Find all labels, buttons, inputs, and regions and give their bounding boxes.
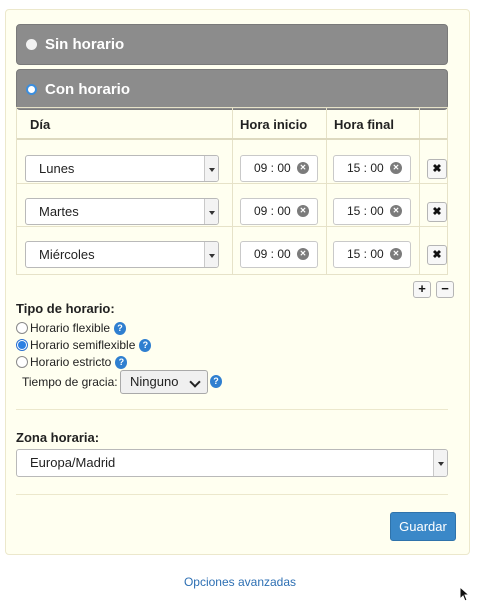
grace-time-select[interactable]: Ninguno — [120, 370, 208, 394]
day-select[interactable]: Miércoles — [25, 241, 219, 268]
divider — [16, 494, 448, 495]
clear-icon[interactable]: ✕ — [297, 205, 309, 217]
help-icon[interactable]: ? — [114, 321, 127, 335]
schedule-type-option[interactable]: Horario semiflexible ? — [16, 338, 152, 352]
column-divider — [326, 108, 327, 274]
row-divider — [17, 183, 447, 184]
clear-icon[interactable]: ✕ — [297, 162, 309, 174]
with-schedule-option[interactable]: Con horario — [16, 69, 448, 110]
chevron-down-icon — [189, 376, 201, 388]
day-select-value: Lunes — [39, 161, 75, 176]
header-divider — [17, 138, 447, 140]
header-day: Día — [30, 117, 51, 132]
no-schedule-option[interactable]: Sin horario — [16, 24, 448, 65]
help-icon[interactable]: ? — [210, 375, 222, 388]
schedule-type-option[interactable]: Horario estricto ? — [16, 355, 128, 369]
grace-time-value: Ninguno — [130, 374, 179, 389]
save-button[interactable]: Guardar — [390, 512, 456, 541]
end-time-input[interactable]: 15 : 00 ✕ — [333, 241, 411, 268]
clear-icon[interactable]: ✕ — [297, 248, 309, 260]
start-time-value: 09 : 00 — [254, 204, 291, 218]
with-schedule-label: Con horario — [45, 81, 130, 98]
schedule-type-radio[interactable] — [16, 356, 28, 368]
end-time-value: 15 : 00 — [347, 204, 384, 218]
header-start-time: Hora inicio — [240, 117, 308, 132]
delete-row-button[interactable]: ✖ — [427, 202, 447, 222]
clear-icon[interactable]: ✕ — [390, 248, 402, 260]
delete-row-button[interactable]: ✖ — [427, 245, 447, 265]
schedule-table: Día Hora inicio Hora final Lunes 09 : 00… — [16, 107, 448, 275]
day-select-value: Martes — [39, 204, 79, 219]
start-time-input[interactable]: 09 : 00 ✕ — [240, 155, 318, 182]
header-end-time: Hora final — [334, 117, 394, 132]
divider — [16, 409, 448, 410]
day-select[interactable]: Martes — [25, 198, 219, 225]
delete-row-button[interactable]: ✖ — [427, 159, 447, 179]
no-schedule-radio[interactable] — [26, 39, 37, 50]
end-time-input[interactable]: 15 : 00 ✕ — [333, 155, 411, 182]
grace-time-label: Tiempo de gracia: — [22, 375, 118, 389]
dropdown-arrow-icon — [433, 450, 447, 476]
timezone-value: Europa/Madrid — [30, 455, 116, 470]
dropdown-arrow-icon — [204, 242, 218, 267]
schedule-type-radio[interactable] — [16, 322, 28, 334]
schedule-type-option[interactable]: Horario flexible ? — [16, 321, 127, 335]
clear-icon[interactable]: ✕ — [390, 205, 402, 217]
start-time-input[interactable]: 09 : 00 ✕ — [240, 198, 318, 225]
day-select[interactable]: Lunes — [25, 155, 219, 182]
timezone-select[interactable]: Europa/Madrid — [16, 449, 448, 477]
column-divider — [419, 108, 420, 274]
schedule-type-radio[interactable] — [16, 339, 28, 351]
start-time-value: 09 : 00 — [254, 247, 291, 261]
add-row-button[interactable]: + — [413, 281, 431, 298]
advanced-options-link[interactable]: Opciones avanzadas — [0, 575, 480, 589]
dropdown-arrow-icon — [204, 199, 218, 224]
row-divider — [17, 226, 447, 227]
help-icon[interactable]: ? — [139, 338, 152, 352]
schedule-type-label: Horario semiflexible — [30, 338, 136, 352]
start-time-input[interactable]: 09 : 00 ✕ — [240, 241, 318, 268]
end-time-input[interactable]: 15 : 00 ✕ — [333, 198, 411, 225]
schedule-type-title: Tipo de horario: — [16, 301, 115, 316]
timezone-title: Zona horaria: — [16, 430, 100, 445]
with-schedule-radio[interactable] — [26, 84, 37, 95]
schedule-type-label: Horario flexible — [30, 321, 111, 335]
start-time-value: 09 : 00 — [254, 161, 291, 175]
end-time-value: 15 : 00 — [347, 247, 384, 261]
dropdown-arrow-icon — [204, 156, 218, 181]
column-divider — [232, 108, 233, 274]
no-schedule-label: Sin horario — [45, 36, 125, 53]
help-icon[interactable]: ? — [115, 355, 128, 369]
clear-icon[interactable]: ✕ — [390, 162, 402, 174]
remove-row-button[interactable]: − — [436, 281, 454, 298]
day-select-value: Miércoles — [39, 247, 95, 262]
schedule-type-label: Horario estricto — [30, 355, 112, 369]
end-time-value: 15 : 00 — [347, 161, 384, 175]
